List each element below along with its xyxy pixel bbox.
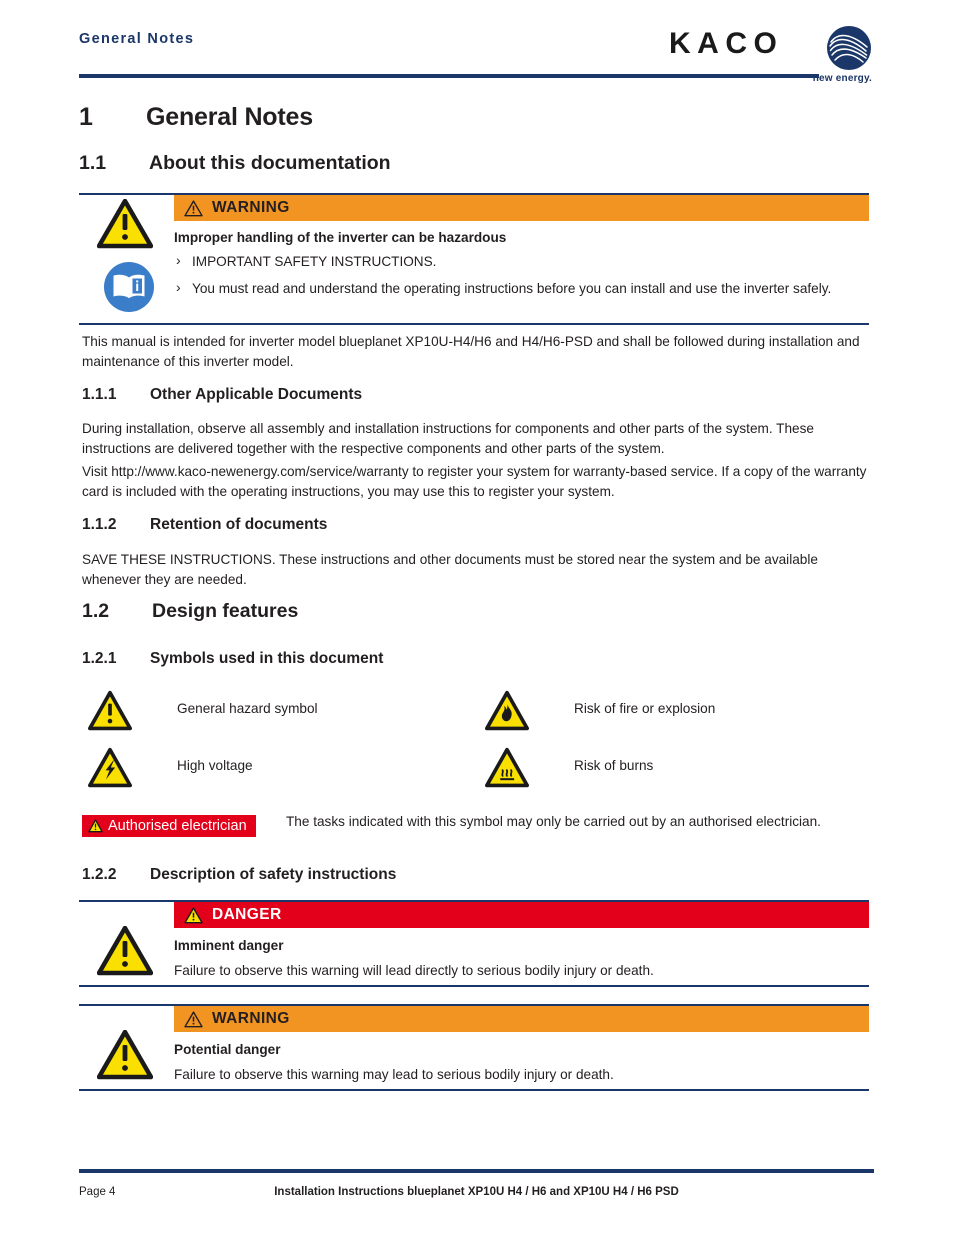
warning-triangle-icon [88,819,103,833]
danger-text: Failure to observe this warning will lea… [174,963,654,978]
h2-text: About this documentation [149,152,391,174]
warning-subtitle: Potential danger [174,1042,281,1057]
warning-bar: WARNING [174,1006,869,1032]
warning-text: Failure to observe this warning may lead… [174,1067,614,1082]
authorised-electrician-badge: Authorised electrician [82,815,256,837]
kaco-wordmark: KACO [669,27,784,60]
warning-triangle-icon [184,1010,203,1028]
warning-admonition-body: Improper handling of the inverter can be… [174,228,869,305]
admonition-bottom-rule [79,323,869,325]
warning-admonition-top: WARNING Improper handling of the inverte… [79,193,869,325]
other-applicable-documents-paragraph-1: During installation, observe all assembl… [82,421,814,456]
danger-admonition-body: Imminent danger Failure to observe this … [174,936,869,981]
h3-number: 1.1.1 [82,386,117,403]
h3-text: Symbols used in this document [150,650,384,667]
danger-bar: DANGER [174,902,869,928]
symbol-row-high-voltage: High voltage [88,747,468,795]
h3-text: Retention of documents [150,516,328,533]
danger-subtitle: Imminent danger [174,938,284,953]
high-voltage-triangle-icon [88,747,132,789]
footer-document-title: Installation Instructions blueplanet XP1… [274,1186,679,1198]
h2-text: Design features [152,600,299,622]
list-item: You must read and understand the operati… [174,278,869,299]
h3-text: Other Applicable Documents [150,386,363,403]
h2-number: 1.1 [79,152,107,174]
kaco-tagline: new energy. [812,73,872,84]
hot-surface-burns-triangle-icon [485,747,529,789]
warning-admonition-bottom: WARNING Potential danger Failure to obse… [79,1004,869,1091]
admonition-bottom-rule [79,985,869,987]
warning-bar-label: WARNING [212,199,290,216]
list-item: IMPORTANT SAFETY INSTRUCTIONS. [174,251,869,272]
general-hazard-triangle-icon [97,1030,153,1080]
document-page: General Notes KACO new energy. 1 General… [0,0,954,1235]
other-applicable-documents-paragraph-2: Visit http://www.kaco-newenergy.com/serv… [82,464,867,499]
symbol-row-general-hazard: General hazard symbol [88,690,468,738]
symbol-row-fire-explosion: Risk of fire or explosion [485,690,865,738]
page-header: General Notes KACO new energy. [79,26,874,84]
authorised-electrician-label: Authorised electrician [108,817,247,834]
symbol-label: High voltage [177,758,253,773]
symbol-label: Risk of fire or explosion [574,701,716,716]
h2-number: 1.2 [82,600,110,622]
h3-number: 1.2.1 [82,650,117,667]
h3-number: 1.1.2 [82,516,117,533]
kaco-logo: KACO new energy. [669,25,874,84]
warning-bar-label: WARNING [212,1010,290,1027]
page-footer: Page 4 Installation Instructions bluepla… [79,1169,874,1209]
warning-bullet-list: IMPORTANT SAFETY INSTRUCTIONS. You must … [174,251,869,299]
warning-subtitle: Improper handling of the inverter can be… [174,230,507,245]
general-hazard-triangle-icon [88,690,132,732]
h1-text: General Notes [146,103,313,131]
authorised-electrician-description: The tasks indicated with this symbol may… [286,814,821,829]
footer-divider-rule [79,1169,874,1173]
admonition-bottom-rule [79,1089,869,1091]
danger-bar-label: DANGER [212,906,282,923]
symbol-label: Risk of burns [574,758,654,773]
h1-number: 1 [79,103,93,131]
general-hazard-triangle-icon [97,926,153,976]
warning-admonition-body: Potential danger Failure to observe this… [174,1040,869,1085]
read-manual-blue-icon [103,261,155,313]
warning-triangle-icon [184,906,203,924]
h3-number: 1.2.2 [82,866,117,883]
intro-paragraph: This manual is intended for inverter mod… [82,334,860,369]
warning-bar: WARNING [174,195,869,221]
h3-text: Description of safety instructions [150,866,397,883]
retention-of-documents-paragraph: SAVE THESE INSTRUCTIONS. These instructi… [82,552,818,587]
warning-triangle-icon [184,199,203,217]
general-hazard-triangle-icon [97,199,153,249]
fire-explosion-triangle-icon [485,690,529,732]
symbol-row-risk-of-burns: Risk of burns [485,747,865,795]
danger-admonition: DANGER Imminent danger Failure to observ… [79,900,869,987]
kaco-wave-mark-icon [826,25,872,71]
symbol-label: General hazard symbol [177,701,318,716]
